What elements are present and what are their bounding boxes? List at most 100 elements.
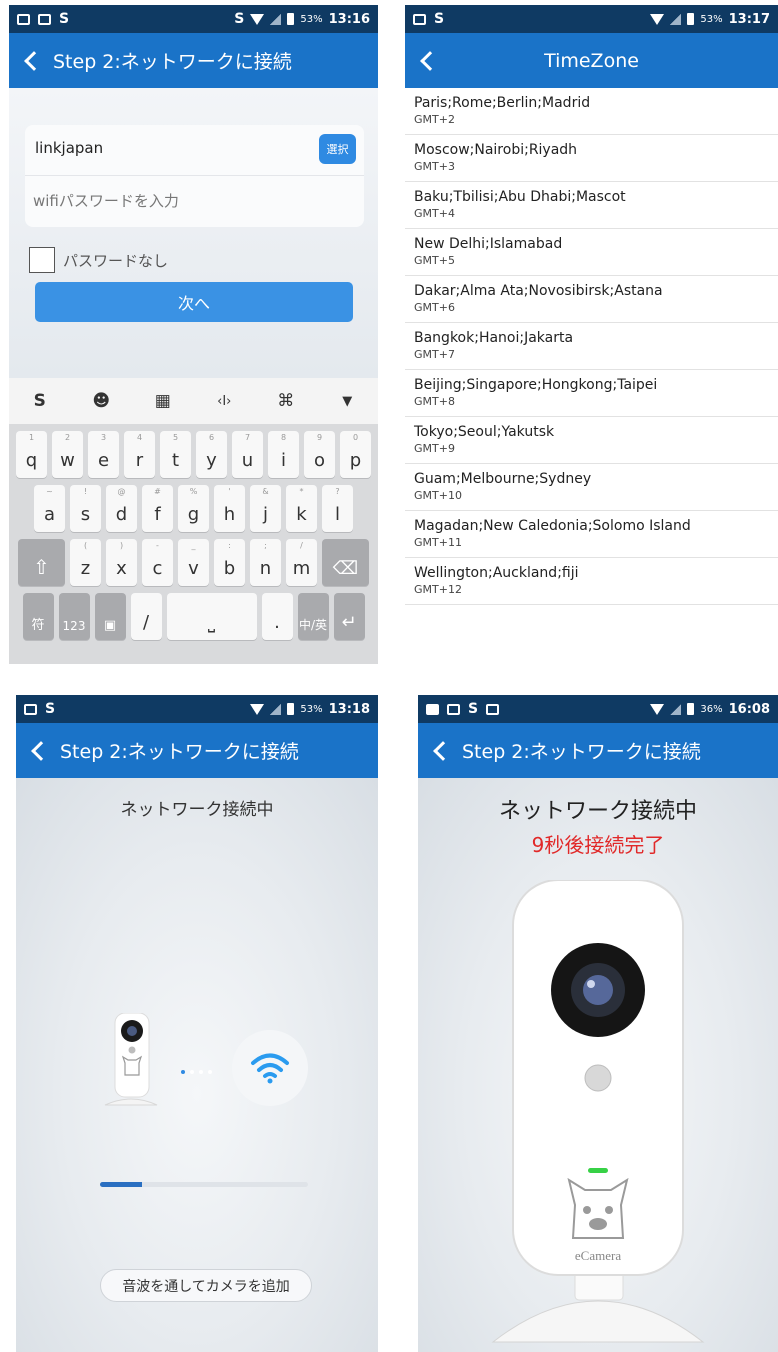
sogou-logo-icon[interactable]: S [20,391,60,411]
key-hint: 9 [316,433,323,442]
add-camera-by-sound-button[interactable]: 音波を通してカメラを追加 [100,1269,312,1302]
countdown-label: 9秒後接続完了 [531,833,665,857]
back-button[interactable] [418,723,462,778]
next-button[interactable]: 次へ [35,282,353,322]
key-label: c [152,558,163,579]
timezone-offset: GMT+3 [414,160,455,173]
battery-icon [687,703,695,715]
key-label: v [188,558,199,579]
key-hint: # [154,487,161,496]
timezone-item[interactable]: Beijing;Singapore;Hongkong;Taipei GMT+8 [405,370,778,417]
timezone-item[interactable]: Guam;Melbourne;Sydney GMT+10 [405,464,778,511]
key-a[interactable]: ~ a [34,485,65,532]
key-hint: 2 [64,433,71,442]
enter-key[interactable]: ↵ [333,593,365,640]
key-m[interactable]: / m [286,539,317,586]
key-n[interactable]: ; n [250,539,281,586]
voice-space-key[interactable]: ⎵ [166,593,257,640]
battery-percent: 53% [300,13,323,25]
timezone-item[interactable]: Moscow;Nairobi;Riyadh GMT+3 [405,135,778,182]
wifi-icon [251,1053,289,1084]
timezone-item[interactable]: Tokyo;Seoul;Yakutsk GMT+9 [405,417,778,464]
key-o[interactable]: 9o [304,431,335,478]
timezone-cities: Baku;Tbilisi;Abu Dhabi;Mascot [414,189,626,205]
battery-percent: 53% [300,703,323,715]
key-p[interactable]: 0p [340,431,371,478]
app-s-icon: S [234,11,245,27]
no-password-row[interactable]: パスワードなし [29,247,168,273]
key-t[interactable]: 5t [160,431,191,478]
key-k[interactable]: * k [286,485,317,532]
back-button[interactable] [9,33,53,88]
wifi-badge [232,1030,308,1106]
timezone-item[interactable]: Magadan;New Caledonia;Solomo Island GMT+1… [405,511,778,558]
divider [25,175,364,176]
timezone-item[interactable]: Dakar;Alma Ata;Novosibirsk;Astana GMT+6 [405,276,778,323]
key-hint: @ [117,487,126,496]
timezone-item[interactable]: New Delhi;Islamabad GMT+5 [405,229,778,276]
clock: 13:17 [728,11,770,27]
status-bar: S 36% 16:08 [418,695,778,723]
emoji-icon[interactable]: ☻ [81,391,121,411]
title-bar: Step 2:ネットワークに接続 [9,33,378,88]
key-i[interactable]: 8i [268,431,299,478]
key-s[interactable]: ! s [70,485,101,532]
timezone-offset: GMT+5 [414,254,455,267]
key-v[interactable]: _ v [178,539,209,586]
key-label: j [262,504,268,525]
cursor-move-icon[interactable]: ‹I› [204,394,244,409]
key-hint: ? [335,487,340,496]
timezone-cities: Guam;Melbourne;Sydney [414,471,592,487]
keyboard-icon[interactable]: ▦ [143,391,183,411]
key-label: e [97,450,110,471]
key-l[interactable]: ? l [322,485,353,532]
mode-key[interactable]: ▣ [94,593,126,640]
key-u[interactable]: 7u [232,431,263,478]
back-button[interactable] [16,723,60,778]
key-h[interactable]: ' h [214,485,245,532]
wifi-status-icon [650,703,665,715]
select-network-button[interactable]: 選択 [319,134,356,164]
password-input[interactable] [33,185,333,217]
key-hint: 3 [100,433,107,442]
key-c[interactable]: -c [142,539,173,586]
key-j[interactable]: & j [250,485,281,532]
key-y[interactable]: 6y [196,431,227,478]
language-switch-key[interactable]: 中/英 [297,593,329,640]
title-bar: TimeZone [405,33,778,88]
no-password-checkbox[interactable] [29,247,55,273]
key-g[interactable]: % g [178,485,209,532]
soft-keyboard: 1q2w3e4r5t6y7u8i9o0p ~ a! s @ d # f% g ' h & j * k? l … [9,424,378,664]
timezone-item[interactable]: Wellington;Auckland;fiji GMT+12 [405,558,778,605]
page-title: Step 2:ネットワークに接続 [462,741,701,763]
timezone-offset: GMT+11 [414,536,462,549]
backspace-key[interactable]: ⌫ [322,539,369,586]
timezone-item[interactable]: Baku;Tbilisi;Abu Dhabi;Mascot GMT+4 [405,182,778,229]
command-icon[interactable]: ⌘ [266,391,306,411]
period-key[interactable]: . [261,593,293,640]
key-x[interactable]: ) x [106,539,137,586]
symbols-key[interactable]: 符 [22,593,54,640]
slash-key[interactable]: / [130,593,162,640]
key-q[interactable]: 1q [16,431,47,478]
key-z[interactable]: (z [70,539,101,586]
key-w[interactable]: 2w [52,431,83,478]
no-password-label: パスワードなし [63,251,169,270]
key-d[interactable]: @ d [106,485,137,532]
key-f[interactable]: # f [142,485,173,532]
key-r[interactable]: 4r [124,431,155,478]
key-hint: % [189,487,198,496]
notification-icon [17,13,30,25]
shift-key[interactable]: ⇧ [18,539,65,586]
key-e[interactable]: 3e [88,431,119,478]
timezone-item[interactable]: Bangkok;Hanoi;Jakarta GMT+7 [405,323,778,370]
key-hint: * [299,487,304,496]
key-b[interactable]: :b [214,539,245,586]
chevron-down-icon[interactable]: ▼ [327,394,367,409]
back-button[interactable] [405,33,449,88]
clock: 13:18 [328,701,370,717]
key-hint: 8 [280,433,287,442]
numbers-key[interactable]: 123 [58,593,90,640]
image-icon [447,703,460,715]
timezone-item[interactable]: Paris;Rome;Berlin;Madrid GMT+2 [405,88,778,135]
